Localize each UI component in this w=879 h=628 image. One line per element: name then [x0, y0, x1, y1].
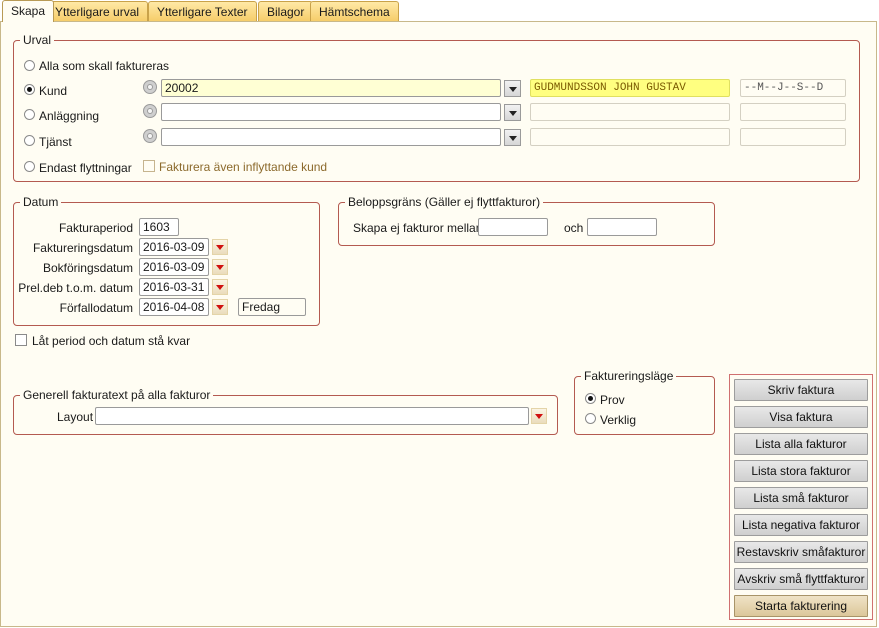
tjanst-name-field	[530, 128, 730, 146]
preldeb-calendar-button[interactable]	[212, 279, 228, 295]
belopp-och-label: och	[564, 221, 584, 235]
tjanst-dropdown-button[interactable]	[504, 129, 521, 146]
lat-period-checkbox[interactable]	[15, 334, 27, 346]
faktureringsdatum-input[interactable]: 2016-03-09	[139, 238, 209, 256]
radio-anlaggning[interactable]	[24, 109, 35, 120]
weekday-field: Fredag	[238, 298, 306, 316]
urval-legend: Urval	[20, 33, 55, 47]
kund-name-field: GUDMUNDSSON JOHN GUSTAV	[530, 79, 730, 97]
forfallodatum-label: Förfallodatum	[59, 301, 133, 315]
kund-input[interactable]: 20002	[161, 79, 501, 97]
lage-legend: Faktureringsläge	[581, 369, 677, 383]
inflyttande-label: Fakturera även inflyttande kund	[159, 160, 328, 174]
anlaggning-label: Anläggning	[39, 109, 100, 123]
restavskriv-smafakturor-button[interactable]: Restavskriv småfakturor	[734, 541, 868, 563]
lista-stora-fakturor-button[interactable]: Lista stora fakturor	[734, 460, 868, 482]
forfallodatum-calendar-button[interactable]	[212, 299, 228, 315]
tjanst-code-field	[740, 128, 846, 146]
anlaggning-name-field	[530, 103, 730, 121]
flytt-label: Endast flyttningar	[39, 161, 132, 175]
radio-tjanst[interactable]	[24, 135, 35, 146]
forfallodatum-input[interactable]: 2016-04-08	[139, 298, 209, 316]
datum-group: Datum Fakturaperiod 1603 Faktureringsdat…	[13, 195, 320, 326]
anlaggning-input[interactable]	[161, 103, 501, 121]
layout-input[interactable]	[95, 407, 529, 425]
anlaggning-dropdown-button[interactable]	[504, 104, 521, 121]
fakturatext-legend: Generell fakturatext på alla fakturor	[20, 388, 214, 402]
prov-label: Prov	[600, 393, 625, 407]
kund-code-field: --M--J--S--D	[740, 79, 846, 97]
lista-sma-fakturor-button[interactable]: Lista små fakturor	[734, 487, 868, 509]
belopp-from-input[interactable]	[478, 218, 548, 236]
tjanst-input[interactable]	[161, 128, 501, 146]
radio-prov[interactable]	[585, 393, 596, 404]
radio-endast-flyttningar[interactable]	[24, 161, 35, 172]
radio-verklig[interactable]	[585, 413, 596, 424]
bokforingsdatum-calendar-button[interactable]	[212, 259, 228, 275]
verklig-label: Verklig	[600, 413, 637, 427]
urval-group: Urval Alla som skall faktureras Kund 200…	[13, 33, 860, 182]
faktureringsdatum-label: Faktureringsdatum	[32, 241, 133, 255]
lista-negativa-fakturor-button[interactable]: Lista negativa fakturor	[734, 514, 868, 536]
tab-bilagor[interactable]: Bilagor	[258, 1, 314, 21]
kund-label: Kund	[39, 84, 68, 98]
kund-dropdown-button[interactable]	[504, 80, 521, 97]
tab-ytterligare-urval[interactable]: Ytterligare urval	[46, 1, 149, 21]
tjanst-gear-icon[interactable]	[142, 128, 158, 144]
skapa-page: Urval Alla som skall faktureras Kund 200…	[0, 21, 877, 627]
preldeb-input[interactable]: 2016-03-31	[139, 278, 209, 296]
skriv-faktura-button[interactable]: Skriv faktura	[734, 379, 868, 401]
datum-legend: Datum	[20, 195, 62, 209]
layout-dropdown-button[interactable]	[531, 408, 547, 424]
visa-faktura-button[interactable]: Visa faktura	[734, 406, 868, 428]
tab-skapa[interactable]: Skapa	[2, 0, 55, 22]
starta-fakturering-button[interactable]: Starta fakturering	[734, 595, 868, 617]
action-button-panel: Skriv faktura Visa faktura Lista alla fa…	[729, 374, 873, 620]
fakturaperiod-label: Fakturaperiod	[58, 221, 133, 235]
tab-bar: Skapa Ytterligare urval Ytterligare Text…	[0, 0, 879, 22]
lista-alla-fakturor-button[interactable]: Lista alla fakturor	[734, 433, 868, 455]
inflyttande-checkbox[interactable]	[143, 160, 155, 172]
lat-period-label: Låt period och datum stå kvar	[32, 334, 191, 348]
radio-alla[interactable]	[24, 60, 35, 71]
kund-gear-icon[interactable]	[142, 79, 158, 95]
fakturatext-group: Generell fakturatext på alla fakturor La…	[13, 388, 558, 435]
anlaggning-code-field	[740, 103, 846, 121]
tab-hamtschema[interactable]: Hämtschema	[310, 1, 399, 21]
belopp-to-input[interactable]	[587, 218, 657, 236]
alla-label: Alla som skall faktureras	[39, 59, 170, 73]
preldeb-label: Prel.deb t.o.m. datum	[18, 281, 133, 295]
lage-group: Faktureringsläge Prov Verklig	[574, 369, 715, 435]
radio-kund[interactable]	[24, 84, 35, 95]
anlaggning-gear-icon[interactable]	[142, 103, 158, 119]
avskriv-sma-flyttfakturor-button[interactable]: Avskriv små flyttfakturor	[734, 568, 868, 590]
tab-ytterligare-texter[interactable]: Ytterligare Texter	[148, 1, 257, 21]
bokforingsdatum-label: Bokföringsdatum	[42, 261, 133, 275]
belopp-group: Beloppsgräns (Gäller ej flyttfakturor) S…	[338, 195, 715, 246]
bokforingsdatum-input[interactable]: 2016-03-09	[139, 258, 209, 276]
tjanst-label: Tjänst	[39, 135, 72, 149]
fakturaperiod-input[interactable]: 1603	[139, 218, 179, 236]
belopp-label: Skapa ej fakturor mellan	[353, 221, 483, 235]
belopp-legend: Beloppsgräns (Gäller ej flyttfakturor)	[345, 195, 544, 209]
faktureringsdatum-calendar-button[interactable]	[212, 239, 228, 255]
layout-label: Layout	[57, 410, 94, 424]
